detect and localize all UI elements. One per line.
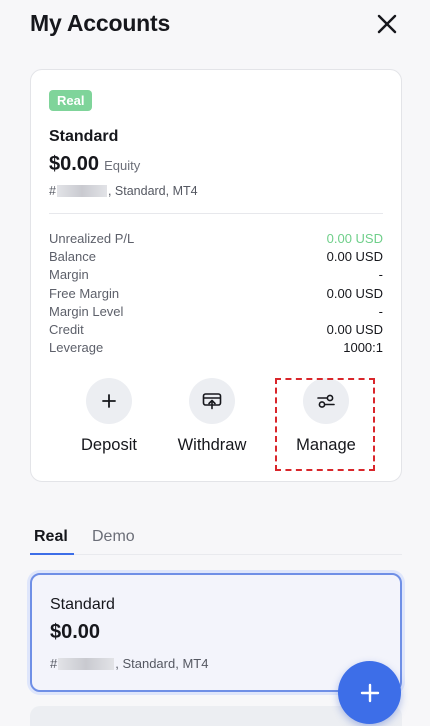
deposit-button[interactable]: Deposit: [59, 378, 159, 455]
stat-label: Margin: [49, 267, 89, 283]
stat-row-balance: Balance 0.00 USD: [49, 248, 383, 266]
stat-value: 0.00 USD: [326, 321, 383, 337]
divider: [49, 213, 383, 214]
manage-icon-circle: [303, 378, 349, 424]
account-meta-suffix: , Standard, MT4: [107, 184, 198, 198]
account-detail-card: Real Standard $0.00 Equity # , Standard,…: [30, 69, 402, 482]
close-button[interactable]: [376, 13, 398, 35]
withdraw-label: Withdraw: [177, 436, 247, 454]
stat-value: -: [378, 267, 383, 283]
account-number-prefix: #: [49, 184, 56, 198]
account-stats: Unrealized P/L 0.00 USD Balance 0.00 USD…: [49, 230, 383, 357]
stat-label: Balance: [49, 249, 96, 265]
withdraw-icon-circle: [189, 378, 235, 424]
account-list-meta: # , Standard, MT4: [50, 656, 208, 671]
plus-icon: [102, 394, 116, 408]
redacted-account-number: [58, 657, 115, 670]
account-meta: # , Standard, MT4: [49, 184, 198, 198]
stat-value: 0.00 USD: [326, 231, 383, 246]
account-name: Standard: [49, 128, 119, 145]
sliders-icon: [317, 394, 335, 408]
plus-icon: [360, 683, 379, 702]
account-list-name: Standard: [50, 596, 115, 613]
stat-row-credit: Credit 0.00 USD: [49, 321, 383, 339]
stat-label: Credit: [49, 321, 84, 337]
tab-real[interactable]: Real: [34, 528, 68, 546]
page-title: My Accounts: [30, 10, 171, 36]
stat-row-unrealized-pl: Unrealized P/L 0.00 USD: [49, 230, 383, 248]
equity-value: $0.00: [49, 153, 100, 175]
stat-row-margin: Margin -: [49, 266, 383, 284]
account-actions: Deposit Withdraw Manage: [31, 378, 401, 478]
manage-button[interactable]: Manage: [276, 378, 376, 455]
stat-value: 0.00 USD: [326, 249, 383, 265]
redacted-account-number: [56, 185, 107, 197]
tab-demo[interactable]: Demo: [92, 528, 135, 546]
add-account-button[interactable]: [338, 661, 401, 724]
account-list-amount: $0.00: [50, 621, 101, 643]
account-tabs: Real Demo: [30, 522, 402, 555]
account-type-badge: Real: [49, 90, 93, 111]
stat-row-leverage: Leverage 1000:1: [49, 339, 383, 357]
active-tab-indicator: [30, 553, 74, 555]
stat-row-margin-level: Margin Level -: [49, 303, 383, 321]
stat-value: 0.00 USD: [326, 285, 383, 301]
stat-value: 1000:1: [343, 340, 383, 356]
stat-value: -: [378, 303, 383, 319]
stat-label: Leverage: [49, 340, 104, 356]
header: My Accounts: [0, 0, 430, 50]
account-meta-suffix: , Standard, MT4: [115, 656, 209, 671]
deposit-label: Deposit: [81, 436, 137, 454]
equity-label: Equity: [104, 158, 141, 173]
withdraw-icon: [202, 393, 222, 410]
stat-row-free-margin: Free Margin 0.00 USD: [49, 285, 383, 303]
equity-row: $0.00 Equity: [49, 153, 140, 176]
deposit-icon-circle: [86, 378, 132, 424]
withdraw-button[interactable]: Withdraw: [162, 378, 262, 455]
close-icon: [377, 14, 397, 34]
account-number-prefix: #: [50, 656, 58, 671]
stat-label: Free Margin: [49, 285, 120, 301]
stat-label: Margin Level: [49, 303, 124, 319]
manage-label: Manage: [296, 436, 356, 454]
stat-label: Unrealized P/L: [49, 231, 135, 246]
